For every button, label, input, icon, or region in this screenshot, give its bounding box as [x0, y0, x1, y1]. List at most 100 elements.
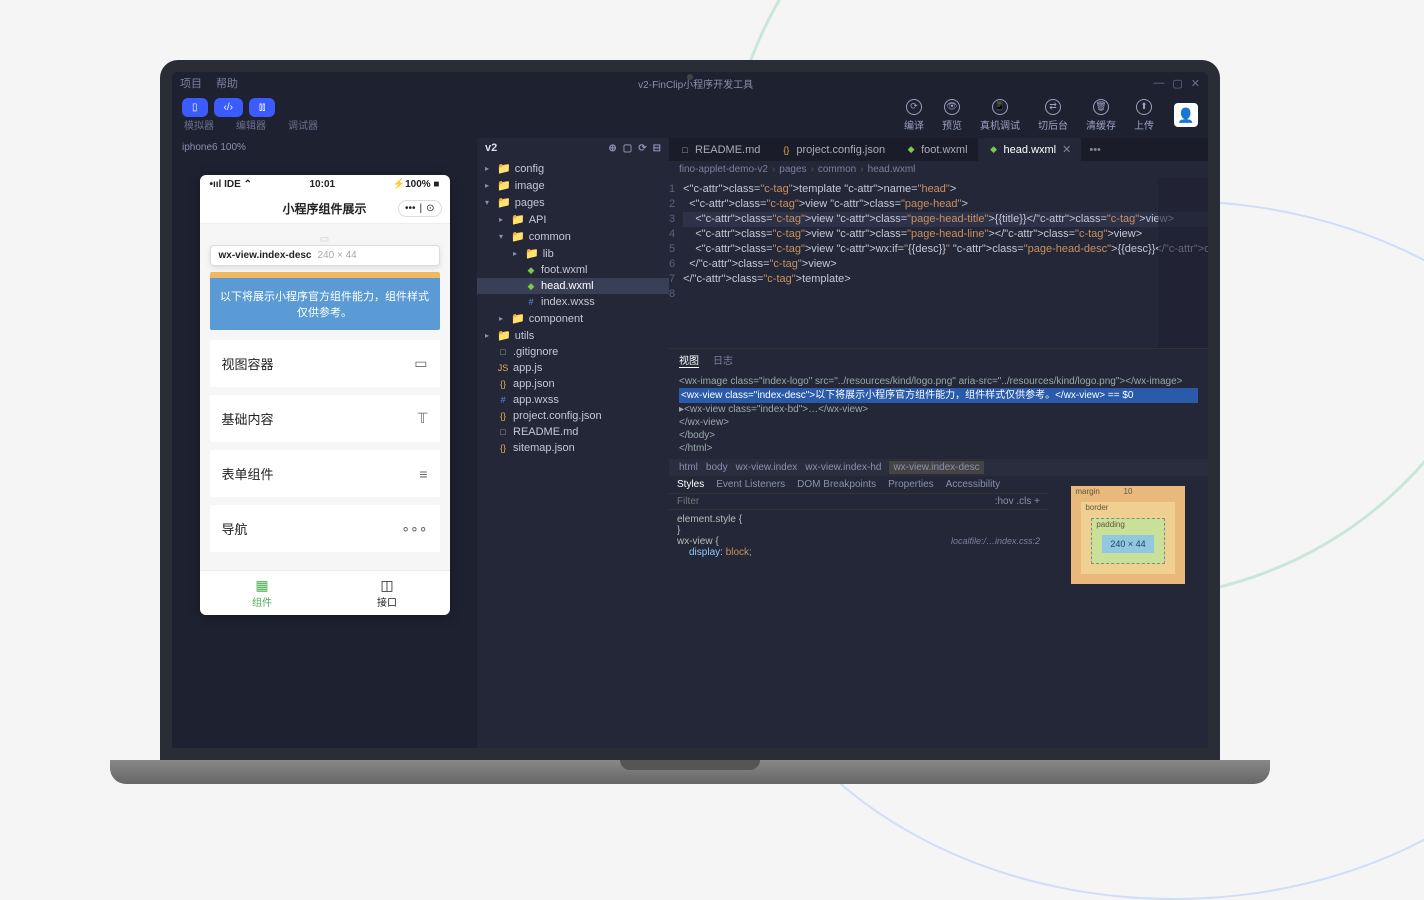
highlighted-element[interactable]: 以下将展示小程序官方组件能力，组件样式仅供参考。 [210, 272, 440, 330]
menubar: 项目 帮助 [180, 75, 238, 91]
file-tree: ▸📁config▸📁image▾📁pages▸📁API▾📁common▸📁lib… [477, 158, 669, 748]
refresh-icon[interactable]: ⟳ [638, 143, 646, 154]
dom-tree[interactable]: <wx-image class="index-logo" src="../res… [669, 371, 1208, 459]
dom-breadcrumb: html body wx-view.index wx-view.index-hd wx-… [669, 459, 1208, 476]
toolbar-action-清缓存[interactable]: 🗑清缓存 [1086, 99, 1116, 132]
tree-folder[interactable]: ▸📁lib [477, 245, 669, 262]
tree-folder[interactable]: ▾📁pages [477, 194, 669, 211]
tree-file[interactable]: ◆foot.wxml [477, 262, 669, 278]
main-area: iphone6 100% •ııl IDE ⌃ 10:01 ⚡100% ■ 小程… [172, 138, 1208, 748]
tabs-overflow-icon[interactable]: ••• [1081, 144, 1109, 156]
breadcrumb-segment[interactable]: head.wxml [868, 164, 916, 175]
styles-subtab[interactable]: DOM Breakpoints [797, 479, 876, 490]
tree-file[interactable]: ◆head.wxml [477, 278, 669, 294]
tree-folder[interactable]: ▸📁image [477, 177, 669, 194]
minimap[interactable] [1158, 178, 1208, 348]
phone-navbar: 小程序组件展示 ••• | ⊙ [200, 194, 450, 224]
dom-node[interactable]: </html> [679, 442, 1198, 455]
editor-tabs: □README.md{}project.config.json◆foot.wxm… [669, 138, 1208, 161]
phone-tabbar: ▦组件◫接口 [200, 570, 450, 615]
toolbar-action-编译[interactable]: ⟳编译 [904, 99, 924, 132]
new-folder-icon[interactable]: ▢ [623, 143, 632, 154]
tree-file[interactable]: #index.wxss [477, 294, 669, 310]
code-editor[interactable]: 12345678 <"c-attr">class="c-tag">templat… [669, 178, 1208, 348]
tree-folder[interactable]: ▸📁component [477, 310, 669, 327]
tree-file[interactable]: {}project.config.json [477, 408, 669, 424]
editor-tab[interactable]: □README.md [669, 139, 770, 161]
menu-help[interactable]: 帮助 [216, 75, 238, 91]
tree-folder[interactable]: ▸📁API [477, 211, 669, 228]
dom-crumb[interactable]: wx-view.index-desc [889, 461, 983, 474]
toolbar-action-切后台[interactable]: ⇄切后台 [1038, 99, 1068, 132]
more-icon[interactable]: ••• [405, 203, 416, 214]
avatar[interactable]: 👤 [1174, 103, 1198, 127]
tree-folder[interactable]: ▸📁config [477, 160, 669, 177]
toolbar: ▯ ‹/› ⫾⫾ 模拟器 编辑器 调试器 ⟳编译👁预览📱真机调试⇄切后台🗑清缓存… [172, 94, 1208, 138]
close-icon[interactable]: ✕ [1191, 77, 1200, 90]
devtools-top-tabs: 视图 日志 [669, 349, 1208, 371]
tree-file[interactable]: □README.md [477, 424, 669, 440]
filter-actions[interactable]: :hov .cls + [995, 496, 1040, 507]
css-rule[interactable]: localfile:/…index.css:2wx-view {display:… [677, 536, 1040, 558]
status-signal: •ııl IDE ⌃ [210, 179, 252, 190]
mode-pills: ▯ ‹/› ⫾⫾ [182, 98, 318, 117]
dom-node[interactable]: <wx-image class="index-logo" src="../res… [679, 375, 1198, 388]
box-model: margin 10 border padding 240 × 44 [1048, 476, 1208, 748]
dom-node[interactable]: </wx-view> [679, 416, 1198, 429]
tabbar-item[interactable]: ▦组件 [200, 571, 325, 615]
collapse-icon[interactable]: ⊟ [653, 143, 661, 154]
dom-crumb[interactable]: html [679, 462, 698, 473]
tree-file[interactable]: {}sitemap.json [477, 440, 669, 456]
toolbar-action-预览[interactable]: 👁预览 [942, 99, 962, 132]
breadcrumb-segment[interactable]: pages [779, 164, 806, 175]
devtools-panel: 视图 日志 <wx-image class="index-logo" src="… [669, 348, 1208, 748]
dom-node[interactable]: </body> [679, 429, 1198, 442]
toolbar-action-上传[interactable]: ⬆上传 [1134, 99, 1154, 132]
dom-node[interactable]: <wx-view class="index-desc">以下将展示小程序官方组件… [679, 388, 1198, 403]
dom-crumb[interactable]: body [706, 462, 728, 473]
styles-subtab[interactable]: Properties [888, 479, 934, 490]
minimize-icon[interactable]: — [1153, 77, 1164, 90]
editor-tab[interactable]: ◆foot.wxml [895, 139, 977, 161]
window-controls: — ▢ ✕ [1153, 77, 1200, 90]
close-capsule-icon[interactable]: ⊙ [426, 203, 434, 214]
simulator-pill[interactable]: ▯ [182, 98, 208, 117]
dom-crumb[interactable]: wx-view.index [736, 462, 798, 473]
styles-subtab[interactable]: Styles [677, 479, 704, 490]
css-rule[interactable]: element.style {} [677, 514, 1040, 536]
editor-pill[interactable]: ‹/› [214, 98, 243, 117]
page-title: 小程序组件展示 [282, 200, 366, 217]
breadcrumb-segment[interactable]: common [818, 164, 856, 175]
tree-file[interactable]: {}app.json [477, 376, 669, 392]
dom-node[interactable]: ▸<wx-view class="index-bd">…</wx-view> [679, 403, 1198, 416]
tree-file[interactable]: □.gitignore [477, 344, 669, 360]
menu-project[interactable]: 项目 [180, 75, 202, 91]
device-label: iphone6 100% [172, 138, 477, 157]
menu-item[interactable]: 表单组件≡ [210, 450, 440, 497]
breadcrumb-segment[interactable]: fino-applet-demo-v2 [679, 164, 768, 175]
styles-subtab[interactable]: Event Listeners [716, 479, 785, 490]
menu-item[interactable]: 导航∘∘∘ [210, 505, 440, 552]
debugger-pill[interactable]: ⫾⫾ [249, 98, 275, 117]
editor-tab[interactable]: {}project.config.json [770, 139, 895, 161]
capsule-button[interactable]: ••• | ⊙ [398, 200, 442, 217]
menu-item[interactable]: 基础内容𝕋 [210, 395, 440, 442]
status-bar: •ııl IDE ⌃ 10:01 ⚡100% ■ [200, 175, 450, 194]
laptop-base [110, 760, 1270, 784]
tree-folder[interactable]: ▸📁utils [477, 327, 669, 344]
dom-crumb[interactable]: wx-view.index-hd [805, 462, 881, 473]
new-file-icon[interactable]: ⊕ [608, 143, 616, 154]
tab-log[interactable]: 日志 [713, 352, 733, 368]
tree-file[interactable]: JSapp.js [477, 360, 669, 376]
styles-filter-input[interactable] [677, 496, 995, 507]
styles-subtab[interactable]: Accessibility [946, 479, 1000, 490]
tabbar-item[interactable]: ◫接口 [325, 571, 450, 615]
tab-close-icon[interactable]: ✕ [1062, 143, 1071, 156]
toolbar-action-真机调试[interactable]: 📱真机调试 [980, 99, 1020, 132]
tree-file[interactable]: #app.wxss [477, 392, 669, 408]
maximize-icon[interactable]: ▢ [1172, 77, 1182, 90]
menu-item[interactable]: 视图容器▭ [210, 340, 440, 387]
tree-folder[interactable]: ▾📁common [477, 228, 669, 245]
tab-view[interactable]: 视图 [679, 352, 699, 368]
editor-tab[interactable]: ◆head.wxml✕ [978, 138, 1082, 161]
